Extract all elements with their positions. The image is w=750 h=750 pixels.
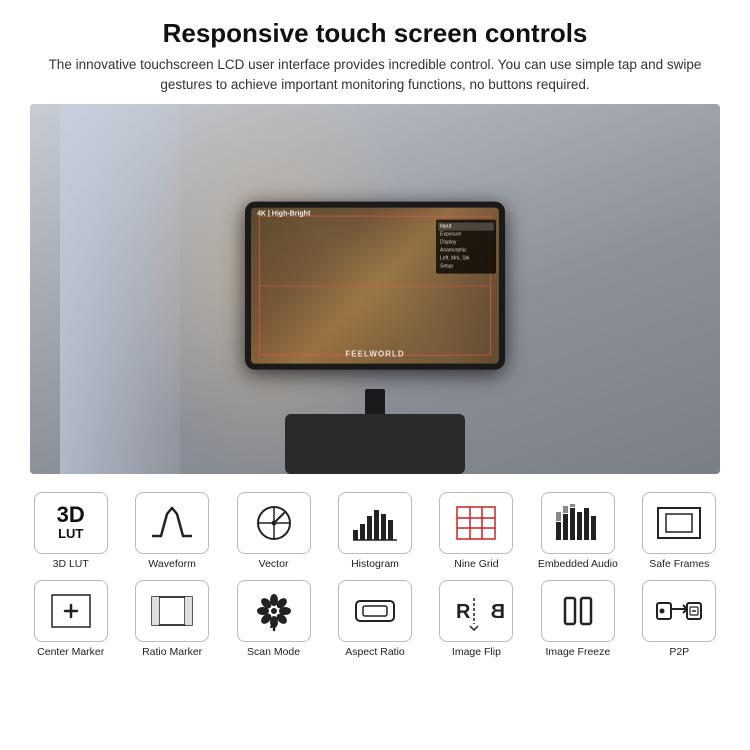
embedded-audio-label: Embedded Audio — [538, 558, 618, 571]
feature-embedded-audio: Embedded Audio — [527, 486, 628, 575]
histogram-icon-box — [338, 492, 412, 554]
monitor-label: 4K | High-Bright — [257, 210, 310, 217]
center-marker-label: Center Marker — [37, 646, 104, 659]
monitor-screen: 4K | High-Bright Input Exposure Display … — [251, 207, 499, 363]
svg-text:R: R — [456, 601, 471, 623]
image-flip-icon: R B — [451, 590, 501, 632]
histogram-icon — [350, 502, 400, 544]
brand-label: FEELWORLD — [345, 349, 404, 358]
nine-grid-icon-box — [439, 492, 513, 554]
feature-3d-lut: 3D LUT 3D LUT — [20, 486, 121, 575]
p2p-label: P2P — [669, 646, 689, 659]
p2p-icon-box — [642, 580, 716, 642]
embedded-audio-icon-box — [541, 492, 615, 554]
center-marker-icon — [48, 591, 94, 631]
feature-image-freeze: Image Freeze — [527, 574, 628, 663]
embedded-audio-icon — [553, 502, 603, 544]
scan-mode-icon — [251, 590, 297, 632]
histogram-label: Histogram — [351, 558, 399, 571]
feature-aspect-ratio: Aspect Ratio — [324, 574, 425, 663]
monitor-menu: Input Exposure Display Anamorphic Left, … — [436, 219, 496, 273]
3d-lut-icon-box: 3D LUT — [34, 492, 108, 554]
feature-nine-grid: Nine Grid — [426, 486, 527, 575]
aspect-ratio-icon — [352, 591, 398, 631]
page-subtitle: The innovative touchscreen LCD user inte… — [40, 55, 710, 96]
waveform-label: Waveform — [148, 558, 195, 571]
image-flip-label: Image Flip — [452, 646, 501, 659]
page-title: Responsive touch screen controls — [40, 18, 710, 49]
header-section: Responsive touch screen controls The inn… — [0, 0, 750, 104]
waveform-icon — [149, 504, 195, 542]
feelworld-monitor: 4K | High-Bright Input Exposure Display … — [245, 201, 505, 369]
feature-scan-mode: Scan Mode — [223, 574, 324, 663]
ratio-marker-icon-box — [135, 580, 209, 642]
monitor-photo: 4K | High-Bright Input Exposure Display … — [30, 104, 720, 474]
image-freeze-icon-box — [541, 580, 615, 642]
nine-grid-label: Nine Grid — [454, 558, 498, 571]
feature-center-marker: Center Marker — [20, 574, 121, 663]
feature-waveform: Waveform — [121, 486, 222, 575]
3d-lut-label: 3D LUT — [53, 558, 89, 571]
page: Responsive touch screen controls The inn… — [0, 0, 750, 750]
aspect-ratio-icon-box — [338, 580, 412, 642]
vector-icon — [251, 502, 297, 544]
feature-safe-frames: Safe Frames — [629, 486, 730, 575]
nine-grid-icon — [453, 503, 499, 543]
waveform-icon-box — [135, 492, 209, 554]
safe-frames-label: Safe Frames — [649, 558, 709, 571]
scan-mode-label: Scan Mode — [247, 646, 300, 659]
p2p-icon — [654, 590, 704, 632]
camera-rig — [275, 394, 475, 474]
aspect-ratio-label: Aspect Ratio — [345, 646, 405, 659]
ratio-marker-icon — [149, 591, 195, 631]
feature-p2p: P2P — [629, 574, 730, 663]
features-row2: Center Marker Ratio Marker — [0, 574, 750, 663]
image-freeze-icon — [555, 590, 601, 632]
center-marker-icon-box — [34, 580, 108, 642]
feature-vector: Vector — [223, 486, 324, 575]
vector-icon-box — [237, 492, 311, 554]
svg-text:B: B — [491, 601, 505, 623]
image-freeze-label: Image Freeze — [545, 646, 610, 659]
image-flip-icon-box: R B — [439, 580, 513, 642]
ratio-marker-label: Ratio Marker — [142, 646, 202, 659]
feature-image-flip: R B Image Flip — [426, 574, 527, 663]
feature-histogram: Histogram — [324, 486, 425, 575]
safe-frames-icon-box — [642, 492, 716, 554]
vector-label: Vector — [259, 558, 289, 571]
safe-frames-icon — [654, 502, 704, 544]
scan-mode-icon-box — [237, 580, 311, 642]
features-row1: 3D LUT 3D LUT Waveform — [0, 486, 750, 575]
feature-ratio-marker: Ratio Marker — [121, 574, 222, 663]
